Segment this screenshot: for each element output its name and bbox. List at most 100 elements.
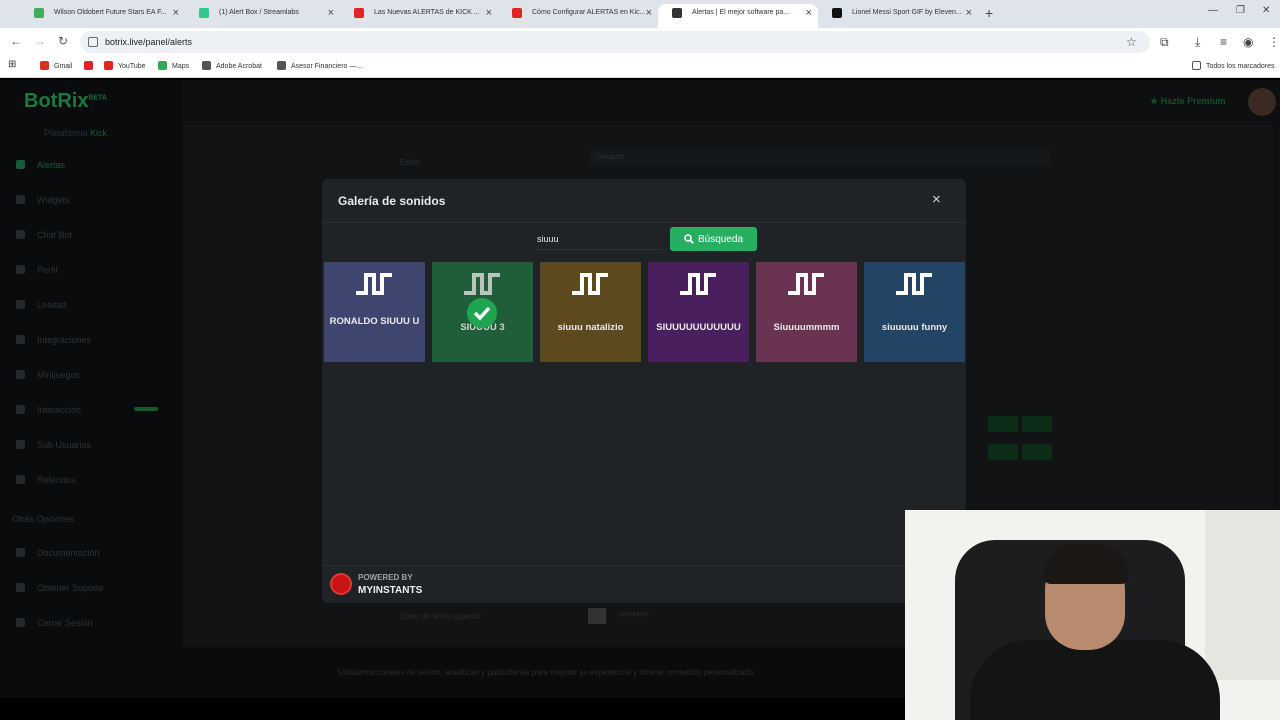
bookmark-maps[interactable]: Maps xyxy=(158,61,189,70)
sidebar-item-integraciones[interactable]: Integraciones xyxy=(16,335,91,345)
download-icon[interactable]: ⤓ xyxy=(1195,35,1200,50)
alert-icon xyxy=(16,160,25,169)
style-select[interactable]: Compact xyxy=(590,150,1050,166)
tab-favicon-icon xyxy=(34,8,44,18)
powered-by-label: POWERED BY xyxy=(358,573,413,582)
modal-footer: POWERED BY MYINSTANTS xyxy=(322,565,966,603)
tab-title: (1) Alert Box / Streamlabs xyxy=(219,9,299,16)
bookmark-gmail[interactable]: Gmail xyxy=(40,61,72,70)
sidebar-item-interaccion[interactable]: Interacción xyxy=(16,405,81,415)
bookmark-adobe-acrobat[interactable]: Adobe Acrobat xyxy=(202,61,262,70)
botrix-logo: BotRixBETA xyxy=(24,90,107,112)
gmail-icon xyxy=(40,61,49,70)
maps-icon xyxy=(158,61,167,70)
browser-tab-3[interactable]: Las Nuevas ALERTAS de KICK ... × xyxy=(340,4,498,28)
sound-grid: RONALDO SIUUU U SIUUUU 3 siuuu natalizio… xyxy=(324,262,966,362)
sidebar-item-perfil[interactable]: Perfil xyxy=(16,265,58,275)
myinstants-brand[interactable]: MYINSTANTS xyxy=(358,585,422,596)
tab-close-icon[interactable]: × xyxy=(486,4,492,22)
sidebar-item-documentacion[interactable]: Documentación xyxy=(16,548,100,558)
sidebar-item-sub-usuarios[interactable]: Sub Usuarios xyxy=(16,440,91,450)
apps-grid-icon[interactable]: ⊞ xyxy=(8,59,16,70)
sound-wave-icon xyxy=(356,273,392,295)
premium-link[interactable]: ★ Hazte Premium xyxy=(1150,96,1226,107)
menu-icon[interactable]: ⋮ xyxy=(1268,35,1280,49)
sound-card[interactable]: siuuuuu funny xyxy=(864,262,965,362)
sound-card-selected[interactable]: SIUUUU 3 xyxy=(432,262,533,362)
extensions-icon[interactable]: ⧉ xyxy=(1160,35,1169,50)
bookmark-star-icon[interactable]: ☆ xyxy=(1126,35,1137,49)
profile-icon[interactable]: ◉ xyxy=(1243,35,1253,49)
sidebar-item-cerrar-sesion[interactable]: Cerrar Sesión xyxy=(16,618,93,628)
close-icon[interactable]: × xyxy=(932,191,941,208)
sidebar-item-minijuegos[interactable]: Minijuegos xyxy=(16,370,80,380)
tab-close-icon[interactable]: × xyxy=(328,4,334,22)
sidebar-item-alertas[interactable]: Alertas xyxy=(16,160,65,170)
tab-close-icon[interactable]: × xyxy=(806,4,812,22)
upload-button[interactable] xyxy=(988,416,1018,432)
widgets-icon xyxy=(16,195,25,204)
acrobat-icon xyxy=(202,61,211,70)
integration-icon xyxy=(16,335,25,344)
sound-wave-icon xyxy=(896,273,932,295)
browser-tab-5-active[interactable]: Alertas | El mejor software pa... × xyxy=(658,4,818,28)
site-info-icon[interactable] xyxy=(88,37,98,47)
upload-button[interactable] xyxy=(988,444,1018,460)
window-close-icon[interactable]: ✕ xyxy=(1262,5,1270,16)
all-bookmarks[interactable]: Todos los marcadores xyxy=(1192,61,1274,70)
reload-icon[interactable]: ↻ xyxy=(58,34,68,48)
tab-close-icon[interactable]: × xyxy=(966,4,972,22)
browser-tab-bar: Wilson Oldobert Future Stars EA F... × (… xyxy=(0,0,1280,28)
sound-label: siuuu natalizio xyxy=(557,322,624,333)
browser-tab-6[interactable]: Lionel Messi Sport GIF by Eleven... × xyxy=(818,4,978,28)
restore-icon[interactable]: ❐ xyxy=(1236,5,1245,16)
sound-wave-icon xyxy=(572,273,608,295)
tab-favicon-icon xyxy=(354,8,364,18)
browser-tab-1[interactable]: Wilson Oldobert Future Stars EA F... × xyxy=(20,4,185,28)
avatar[interactable] xyxy=(1248,88,1276,116)
gallery-button[interactable] xyxy=(1022,444,1052,460)
document-icon xyxy=(16,548,25,557)
search-input[interactable] xyxy=(534,228,662,250)
bookmark-asesor-financiero[interactable]: Asesor Financiero —... xyxy=(277,61,362,70)
new-badge xyxy=(134,407,158,411)
minimize-icon[interactable]: — xyxy=(1208,5,1218,16)
sidebar-item-lealtad[interactable]: Lealtad xyxy=(16,300,67,310)
tab-favicon-icon xyxy=(199,8,209,18)
sound-card[interactable]: Siuuuummmm xyxy=(756,262,857,362)
bookmarks-bar: ⊞ Gmail YouTube Maps Adobe Acrobat Aseso… xyxy=(0,56,1280,78)
browser-tab-2[interactable]: (1) Alert Box / Streamlabs × xyxy=(185,4,340,28)
bookmark-youtube[interactable] xyxy=(84,61,98,70)
media-control-icon[interactable]: ≡ xyxy=(1220,35,1227,49)
sound-card[interactable]: SIUUUUUUUUUUU xyxy=(648,262,749,362)
sound-card[interactable]: RONALDO SIUUU U xyxy=(324,262,425,362)
tab-close-icon[interactable]: × xyxy=(646,4,652,22)
bookmark-youtube[interactable]: YouTube xyxy=(104,61,146,70)
tab-close-icon[interactable]: × xyxy=(173,4,179,22)
forward-icon[interactable]: → xyxy=(34,34,46,48)
sound-gallery-modal: Galería de sonidos × Búsqueda RONALDO SI… xyxy=(322,179,966,603)
tab-title: Cómo Configurar ALERTAS en Kic... xyxy=(532,9,646,16)
url-field[interactable]: botrix.live/panel/alerts xyxy=(80,31,1150,53)
tab-title: Las Nuevas ALERTAS de KICK ... xyxy=(374,9,480,16)
myinstants-logo-icon xyxy=(330,573,352,595)
sound-card[interactable]: siuuu natalizio xyxy=(540,262,641,362)
text-color-label: Color de texto superior xyxy=(400,612,481,621)
browser-tab-4[interactable]: Cómo Configurar ALERTAS en Kic... × xyxy=(498,4,658,28)
back-icon[interactable]: ← xyxy=(10,34,22,48)
text-color-value: #FFFFFF xyxy=(620,612,650,619)
sidebar-item-chat-bot[interactable]: Chat Bot xyxy=(16,230,72,240)
sound-label: siuuuuu funny xyxy=(881,322,948,333)
gallery-button[interactable] xyxy=(1022,416,1052,432)
sound-label: SIUUUUUUUUUUU xyxy=(656,322,741,333)
platform-indicator: Plataforma Kick xyxy=(44,128,108,138)
sidebar-item-referidos[interactable]: Referidos xyxy=(16,475,76,485)
search-button[interactable]: Búsqueda xyxy=(670,227,757,251)
style-label: Estilo xyxy=(400,158,420,167)
sidebar-item-soporte[interactable]: Obtener Soporte xyxy=(16,583,104,593)
color-swatch[interactable] xyxy=(588,608,606,624)
sound-wave-icon xyxy=(788,273,824,295)
tab-title: Alertas | El mejor software pa... xyxy=(692,9,790,16)
sidebar-item-widgets[interactable]: Widgets xyxy=(16,195,70,205)
new-tab-icon[interactable]: + xyxy=(985,5,993,21)
